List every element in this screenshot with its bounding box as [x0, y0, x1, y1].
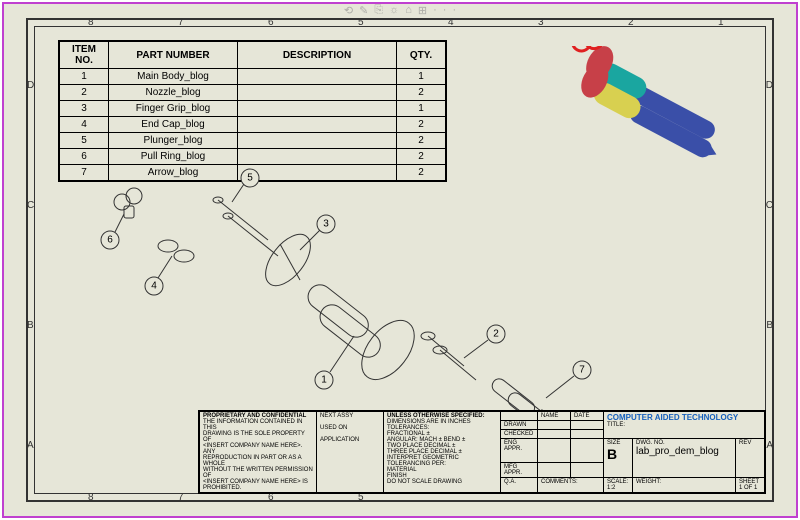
cell — [238, 69, 397, 85]
cell: 1 — [59, 69, 109, 85]
table-row: 2Nozzle_blog2 — [59, 85, 446, 101]
cell: 5 — [59, 133, 109, 149]
zone-label: B — [766, 320, 773, 331]
proprietary-text: PROHIBITED. — [203, 485, 241, 491]
cell: 3 — [59, 101, 109, 117]
zone-label: A — [27, 440, 34, 451]
table-row: 1Main Body_blog1 — [59, 69, 446, 85]
zone-label: C — [766, 200, 773, 211]
title-label: TITLE: — [607, 422, 625, 428]
table-header-row: ITEM NO. PART NUMBER DESCRIPTION QTY. — [59, 41, 446, 69]
checked-label: CHECKED — [501, 430, 538, 439]
title-block: PROPRIETARY AND CONFIDENTIAL THE INFORMA… — [198, 410, 766, 494]
balloon-1: 1 — [321, 375, 327, 386]
col-qty: QTY. — [397, 41, 447, 69]
cell: 2 — [59, 85, 109, 101]
proprietary-text: REPRODUCTION IN PART OR AS A WHOLE — [203, 455, 301, 467]
tool-icon[interactable]: ✎ — [359, 4, 368, 17]
cell — [238, 85, 397, 101]
rev-label: REV — [739, 440, 751, 446]
col-part: PART NUMBER — [109, 41, 238, 69]
zone-label: 4 — [448, 17, 454, 28]
zone-label: C — [27, 200, 34, 211]
proprietary-text: THE INFORMATION CONTAINED IN THIS — [203, 419, 302, 431]
cell: Plunger_blog — [109, 133, 238, 149]
zone-label: D — [27, 80, 34, 91]
dwgno-value: lab_pro_dem_blog — [636, 446, 719, 457]
zone-label: 7 — [178, 17, 184, 28]
application-label: APPLICATION — [320, 437, 359, 443]
cell — [238, 133, 397, 149]
tool-icon[interactable]: ⊞ — [418, 4, 427, 17]
zone-label: 1 — [718, 17, 724, 28]
zone-label: 6 — [268, 17, 274, 28]
cell: 1 — [397, 69, 447, 85]
zone-label: 2 — [628, 17, 634, 28]
used-on-label: USED ON — [320, 425, 347, 431]
zone-label: 8 — [88, 492, 94, 503]
table-row: 4End Cap_blog 2 — [59, 117, 446, 133]
tool-icon[interactable]: · — [433, 4, 437, 17]
tool-icon[interactable]: · — [443, 4, 447, 17]
zone-label: 5 — [358, 17, 364, 28]
balloon-3: 3 — [323, 219, 329, 230]
date-header: DATE — [571, 412, 604, 421]
tool-icon[interactable]: ⌂ — [405, 4, 412, 17]
zone-label: D — [766, 80, 773, 91]
sheet-label: SHEET 1 OF 1 — [736, 478, 765, 493]
mfgappr-label: MFG APPR. — [501, 463, 538, 478]
cell: Main Body_blog — [109, 69, 238, 85]
zone-label: 8 — [88, 17, 94, 28]
tool-icon[interactable]: · — [452, 4, 456, 17]
balloon-6: 6 — [107, 235, 113, 246]
engappr-label: ENG APPR. — [501, 439, 538, 463]
col-item: ITEM NO. — [59, 41, 109, 69]
cell: Nozzle_blog — [109, 85, 238, 101]
proprietary-text: DRAWING IS THE SOLE PROPERTY OF — [203, 431, 305, 443]
weight-label: WEIGHT: — [633, 478, 736, 493]
zone-label: 7 — [178, 492, 184, 503]
balloon-4: 4 — [151, 281, 157, 292]
balloon-5: 5 — [247, 173, 253, 184]
cell — [238, 101, 397, 117]
next-assy-label: NEXT ASSY — [320, 413, 353, 419]
balloon-7: 7 — [579, 365, 585, 376]
zone-label: A — [766, 440, 773, 451]
proprietary-text: WITHOUT THE WRITTEN PERMISSION OF — [203, 467, 313, 479]
drawing-sheet: D C B A D C B A 8 7 6 5 4 3 2 1 8 7 6 5 … — [26, 18, 774, 502]
cell: End Cap_blog — [109, 117, 238, 133]
tool-icon[interactable]: ⎘ — [374, 4, 383, 17]
tool-icon[interactable]: ⟲ — [344, 4, 353, 17]
drawn-label: DRAWN — [501, 421, 538, 430]
proprietary-text: <INSERT COMPANY NAME HERE>. ANY — [203, 443, 302, 455]
cell: 4 — [59, 117, 109, 133]
tool-icon[interactable]: ☼ — [389, 4, 399, 17]
exploded-view-drawing: 6 4 5 3 1 2 — [68, 160, 628, 440]
cell: 2 — [397, 133, 447, 149]
cell — [238, 117, 397, 133]
isometric-render — [538, 46, 738, 166]
col-desc: DESCRIPTION — [238, 41, 397, 69]
cell: Finger Grip_blog — [109, 101, 238, 117]
table-row: 3Finger Grip_blog 1 — [59, 101, 446, 117]
heads-up-toolbar: ⟲ ✎ ⎘ ☼ ⌂ ⊞ · · · — [338, 2, 462, 19]
cell: 2 — [397, 117, 447, 133]
table-row: 5Plunger_blog 2 — [59, 133, 446, 149]
tol-text: DO NOT SCALE DRAWING — [387, 479, 462, 485]
balloon-2: 2 — [493, 329, 499, 340]
cad-drawing-viewport: ⟲ ✎ ⎘ ☼ ⌂ ⊞ · · · D C B A D C B A 8 7 6 … — [2, 2, 798, 518]
comments-label: COMMENTS: — [538, 478, 604, 493]
company-logo: COMPUTER AIDED TECHNOLOGY — [607, 413, 738, 422]
cell: 2 — [397, 85, 447, 101]
zone-label: 3 — [538, 17, 544, 28]
size-value: B — [607, 446, 617, 462]
cell: 1 — [397, 101, 447, 117]
qa-label: Q.A. — [501, 478, 538, 493]
zone-label: B — [27, 320, 34, 331]
name-header: NAME — [538, 412, 571, 421]
scale-label: SCALE: 1:2 — [604, 478, 633, 493]
